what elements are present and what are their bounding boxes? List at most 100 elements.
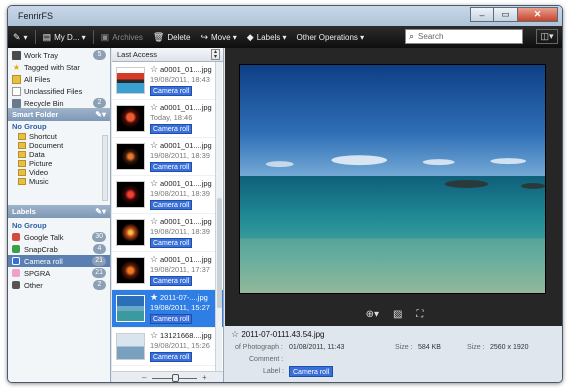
tag-icon: ◆ — [246, 31, 254, 42]
zoom-in-icon[interactable]: + — [202, 373, 207, 382]
star-outline-icon[interactable]: ☆ — [150, 216, 158, 227]
star-outline-icon[interactable]: ☆ — [150, 178, 158, 189]
smart-folder-item[interactable]: Shortcut — [8, 132, 110, 141]
smart-folder-list: No Group Shortcut Document Data Picture … — [8, 121, 110, 205]
fit-image-icon[interactable]: ▨ — [393, 309, 402, 320]
label-tag: Camera roll — [150, 200, 193, 210]
scrollbar-thumb[interactable] — [217, 198, 222, 308]
minimize-button[interactable]: – — [470, 7, 494, 22]
folder-icon — [12, 74, 21, 84]
sort-header[interactable]: Last Access ▴ ▾ — [112, 48, 223, 62]
labels-list: No Group Google Talk 30 SnapCrab 4 Camer… — [8, 218, 110, 291]
window-title: FenrirFS — [18, 11, 54, 21]
sidebar-item-work-tray[interactable]: Work Tray 5 — [8, 49, 110, 61]
star-filled-icon[interactable]: ★ — [150, 292, 158, 303]
list-item[interactable]: ☆ a0001_01....jpg 19/08/2011, 18:39 Came… — [112, 214, 223, 252]
profile-label: My D... — [54, 32, 80, 42]
thumbnail — [116, 181, 145, 208]
label-tag: Camera roll — [150, 162, 193, 172]
smart-folder-edit-icon[interactable]: ✎▾ — [95, 110, 106, 119]
list-item[interactable]: ☆ a0001_01....jpg 19/08/2011, 17:37 Came… — [112, 252, 223, 290]
slider-knob[interactable] — [172, 374, 179, 382]
label-tag: Camera roll — [150, 314, 193, 324]
smart-folder-item[interactable]: Document — [8, 141, 110, 150]
smart-folder-item[interactable]: Data — [8, 150, 110, 159]
zoom-out-icon[interactable]: – — [142, 373, 146, 382]
label-item-spgra[interactable]: SPGRA 21 — [8, 267, 110, 279]
label-tag: Camera roll — [150, 238, 193, 248]
view-layout-button[interactable]: ◫▾ — [536, 29, 558, 44]
thumbnail — [116, 219, 145, 246]
label-item-snapcrab[interactable]: SnapCrab 4 — [8, 243, 110, 255]
label-item-camera-roll[interactable]: Camera roll 21 — [8, 255, 110, 267]
file-list-scrollbar[interactable] — [215, 62, 222, 372]
star-icon: ★ — [12, 62, 21, 72]
archives-button[interactable]: ▣ Archives — [96, 26, 148, 48]
sidebar-item-all-files[interactable]: All Files — [8, 73, 110, 85]
list-item[interactable]: ☆ a0001_01....jpg 19/08/2011, 18:39 Came… — [112, 138, 223, 176]
smart-folder-icon — [18, 178, 26, 185]
smart-folder-icon — [18, 160, 26, 167]
sort-toggle-icon[interactable]: ▴ ▾ — [211, 49, 220, 60]
zoom-icon[interactable]: ⊕▾ — [366, 309, 379, 320]
star-outline-icon[interactable]: ☆ — [150, 64, 158, 75]
image-viewer: ⊕▾ ▨ ⛶ — [225, 48, 562, 326]
details-panel: ☆ 2011-07-0111.43.54.jpg of Photograph :… — [225, 326, 562, 382]
label-tag: Camera roll — [150, 86, 193, 96]
thumbnail — [116, 257, 145, 284]
labels-header: Labels ✎▾ — [8, 205, 110, 218]
list-item[interactable]: ☆ a0001_01....jpg 19/08/2011, 18:39 Came… — [112, 176, 223, 214]
app-window: FenrirFS – ▭ ✕ ✎ ▾ ▤ My D... ▾ ▣ Archives… — [7, 5, 563, 383]
title-bar: FenrirFS – ▭ ✕ — [8, 6, 562, 26]
label-color-swatch — [12, 233, 20, 241]
toolbar: ✎ ▾ ▤ My D... ▾ ▣ Archives 🗑 Delete ↪ Mov… — [8, 26, 562, 48]
smart-folder-icon — [18, 142, 26, 149]
list-item[interactable]: ☆ a0001_01....jpg Today, 18:46 Camera ro… — [112, 100, 223, 138]
app-menu-button[interactable]: ✎ ▾ — [8, 26, 33, 48]
sidebar-item-tagged-star[interactable]: ★ Tagged with Star — [8, 61, 110, 73]
delete-button[interactable]: 🗑 Delete — [148, 26, 196, 48]
label-item-google-talk[interactable]: Google Talk 30 — [8, 231, 110, 243]
labels-button[interactable]: ◆ Labels ▾ — [242, 26, 292, 48]
move-button[interactable]: ↪ Move ▾ — [195, 26, 241, 48]
document-icon — [12, 86, 21, 96]
label-color-swatch — [12, 269, 20, 277]
smart-folder-item[interactable]: Video — [8, 168, 110, 177]
smart-folder-item[interactable]: Music — [8, 177, 110, 186]
label-tag[interactable]: Camera roll — [289, 366, 334, 377]
smart-folder-item[interactable]: Picture — [8, 159, 110, 168]
profile-button[interactable]: ▤ My D... ▾ — [38, 26, 91, 48]
maximize-button[interactable]: ▭ — [494, 7, 518, 22]
fullscreen-icon[interactable]: ⛶ — [416, 309, 423, 320]
sidebar-top-list: Work Tray 5 ★ Tagged with Star All Files… — [8, 48, 110, 108]
tray-icon — [12, 50, 21, 60]
labels-edit-icon[interactable]: ✎▾ — [95, 207, 106, 216]
label-item-other[interactable]: Other 2 — [8, 279, 110, 291]
move-arrow-icon: ↪ — [200, 31, 208, 42]
list-item[interactable]: ☆ 13121668....jpg 19/08/2011, 15:26 Came… — [112, 328, 223, 366]
close-button[interactable]: ✕ — [518, 7, 558, 22]
sidebar-item-unclassified[interactable]: Unclassified Files — [8, 85, 110, 97]
details-filename: ☆ 2011-07-0111.43.54.jpg — [231, 329, 325, 339]
thumbnail — [116, 295, 145, 322]
other-operations-button[interactable]: Other Operations ▾ — [292, 26, 370, 48]
star-outline-icon[interactable]: ☆ — [231, 329, 239, 339]
star-outline-icon[interactable]: ☆ — [150, 140, 158, 151]
search-placeholder: Search — [418, 32, 444, 41]
thumbnail-size-slider: – + — [112, 371, 223, 382]
file-list: Last Access ▴ ▾ ☆ a0001_01....jpg 19/08/2… — [112, 48, 224, 382]
star-outline-icon[interactable]: ☆ — [150, 102, 158, 113]
list-item[interactable]: ☆ a0001_01....jpg 19/08/2011, 18:43 Came… — [112, 62, 223, 100]
thumbnail — [116, 67, 145, 94]
smart-folder-icon — [18, 151, 26, 158]
list-item-selected[interactable]: ★ 2011-07-....jpg 19/08/2011, 15:27 Came… — [112, 290, 223, 328]
preview-image — [239, 64, 546, 294]
recycle-bin-icon — [12, 98, 21, 108]
star-outline-icon[interactable]: ☆ — [150, 254, 158, 265]
window-controls: – ▭ ✕ — [470, 7, 558, 22]
smart-folder-scrollbar[interactable] — [102, 135, 108, 201]
smart-folder-icon — [18, 133, 26, 140]
search-input[interactable]: ⌕ Search — [405, 29, 523, 44]
star-outline-icon[interactable]: ☆ — [150, 330, 158, 341]
label-color-swatch — [12, 245, 20, 253]
